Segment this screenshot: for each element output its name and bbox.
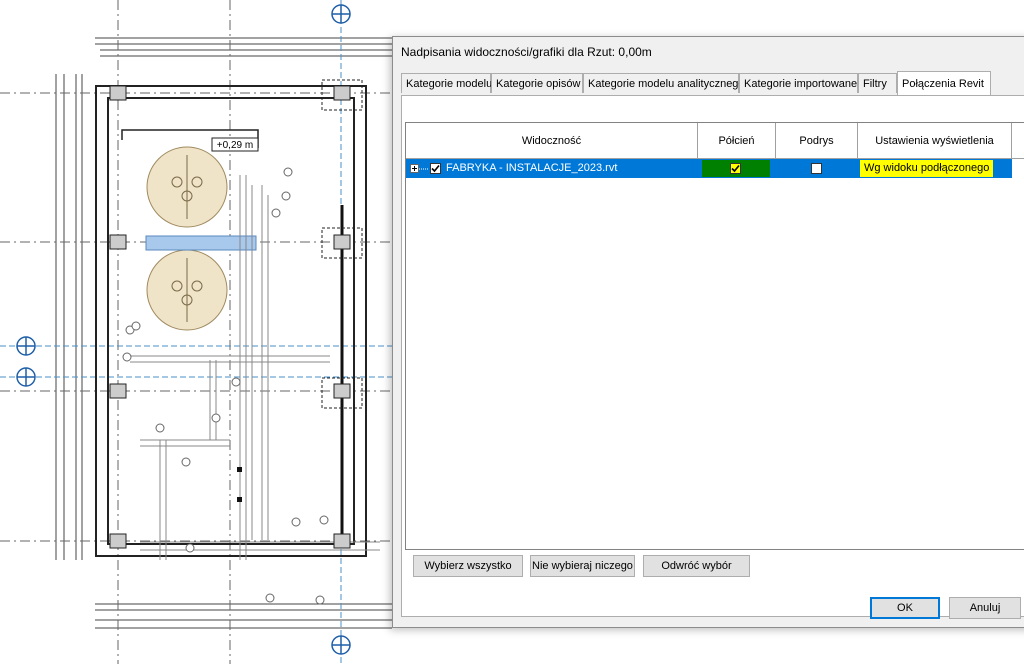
tab-filters[interactable]: Filtry [858, 73, 897, 93]
tab-revit-links[interactable]: Połączenia Revit [897, 71, 991, 95]
table-row[interactable]: FABRYKA - INSTALACJE_2023.rvt Wg widoku … [406, 159, 1012, 178]
column-header-display-settings[interactable]: Ustawienia wyświetlenia [858, 123, 1012, 159]
tab-model-categories[interactable]: Kategorie modelu [401, 73, 492, 93]
visibility-checkbox[interactable] [430, 163, 441, 174]
column-header-underlay[interactable]: Podrys [776, 123, 858, 159]
column-header-overflow [1012, 123, 1024, 159]
tab-analytical-model-categories[interactable]: Kategorie modelu analitycznego [583, 73, 745, 93]
select-all-button[interactable]: Wybierz wszystko [413, 555, 523, 577]
expand-icon[interactable] [410, 164, 419, 173]
dialog-title: Nadpisania widoczności/grafiki dla Rzut:… [401, 45, 652, 59]
halftone-cell [698, 159, 776, 178]
column-header-visibility[interactable]: Widoczność [406, 123, 698, 159]
revit-links-table: Widoczność Półcień Podrys Ustawienia wyś… [405, 122, 1024, 550]
visibility-graphics-dialog: Nadpisania widoczności/grafiki dla Rzut:… [392, 36, 1024, 628]
tab-imported-categories[interactable]: Kategorie importowane [739, 73, 858, 93]
tab-annotation-categories[interactable]: Kategorie opisów [491, 73, 583, 93]
display-settings-button[interactable]: Wg widoku podłączonego [860, 160, 994, 177]
column-header-halftone[interactable]: Półcień [698, 123, 776, 159]
link-name: FABRYKA - INSTALACJE_2023.rvt [446, 162, 618, 174]
halftone-checkbox[interactable] [730, 163, 741, 174]
invert-selection-button[interactable]: Odwróć wybór [643, 555, 750, 577]
underlay-cell [776, 159, 858, 178]
display-settings-cell: Wg widoku podłączonego [858, 159, 1012, 178]
underlay-checkbox[interactable] [811, 163, 822, 174]
visibility-cell: FABRYKA - INSTALACJE_2023.rvt [406, 159, 698, 178]
ok-button[interactable]: OK [870, 597, 940, 619]
tree-connector-icon [419, 168, 429, 170]
cancel-button[interactable]: Anuluj [949, 597, 1021, 619]
elevation-tag: +0,29 m [217, 140, 253, 151]
select-none-button[interactable]: Nie wybieraj niczego [530, 555, 635, 577]
